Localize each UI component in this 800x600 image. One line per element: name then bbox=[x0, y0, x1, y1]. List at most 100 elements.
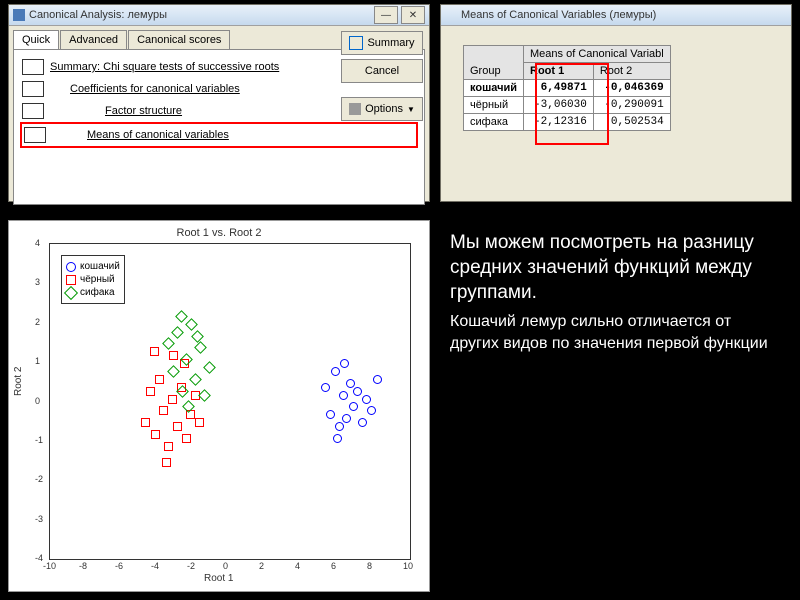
cell: -3,06030 bbox=[524, 97, 594, 114]
canonical-analysis-dialog: Canonical Analysis: лемуры — ✕ Quick Adv… bbox=[8, 4, 430, 202]
y-tick: 2 bbox=[35, 317, 40, 327]
means-header: Means of Canonical Variabl bbox=[524, 46, 671, 63]
data-point bbox=[195, 418, 204, 427]
data-point bbox=[373, 375, 382, 384]
x-tick: -2 bbox=[187, 561, 195, 571]
y-axis-label: Root 2 bbox=[13, 367, 24, 396]
data-point bbox=[169, 351, 178, 360]
x-tick: -6 bbox=[115, 561, 123, 571]
close-button[interactable]: ✕ bbox=[401, 6, 425, 24]
x-tick: 2 bbox=[259, 561, 264, 571]
data-point bbox=[340, 359, 349, 368]
data-point bbox=[175, 310, 188, 323]
means-title: Means of Canonical Variables (лемуры) bbox=[461, 9, 656, 21]
cell: 6,49871 bbox=[524, 80, 594, 97]
tab-advanced[interactable]: Advanced bbox=[60, 30, 127, 49]
col-root2: Root 2 bbox=[593, 63, 670, 80]
means-titlebar: Means of Canonical Variables (лемуры) bbox=[441, 5, 791, 26]
data-point bbox=[353, 387, 362, 396]
data-point bbox=[155, 375, 164, 384]
legend-label: чёрный bbox=[80, 273, 115, 286]
dialog-titlebar: Canonical Analysis: лемуры — ✕ bbox=[9, 5, 429, 26]
summary-icon bbox=[349, 36, 363, 50]
data-point bbox=[146, 387, 155, 396]
tab-quick[interactable]: Quick bbox=[13, 30, 59, 49]
app-icon bbox=[13, 9, 25, 21]
means-window: Means of Canonical Variables (лемуры) Gr… bbox=[440, 4, 792, 202]
data-point bbox=[173, 422, 182, 431]
data-point bbox=[333, 434, 342, 443]
cell: 0,502534 bbox=[593, 114, 670, 131]
y-tick: 4 bbox=[35, 238, 40, 248]
data-point bbox=[189, 373, 202, 386]
legend-label: сифака bbox=[80, 286, 115, 299]
x-axis-label: Root 1 bbox=[204, 573, 233, 584]
cell: кошачий bbox=[464, 80, 524, 97]
cancel-button[interactable]: Cancel bbox=[341, 59, 423, 83]
y-tick: 0 bbox=[35, 396, 40, 406]
explanation-text: Мы можем посмотреть на разницу средних з… bbox=[450, 230, 780, 355]
means-table: Group Means of Canonical Variabl Root 1 … bbox=[463, 45, 671, 131]
menu-means-canonical[interactable]: Means of canonical variables bbox=[20, 122, 418, 148]
data-point bbox=[162, 458, 171, 467]
data-point bbox=[346, 379, 355, 388]
dialog-side-buttons: Summary Cancel Options▼ bbox=[341, 31, 423, 121]
cell: -2,12316 bbox=[524, 114, 594, 131]
grid-icon bbox=[22, 81, 44, 97]
data-point bbox=[362, 395, 371, 404]
data-point bbox=[198, 389, 211, 402]
data-point bbox=[164, 442, 173, 451]
chart-legend: кошачий чёрный сифака bbox=[61, 255, 125, 304]
marker-circle-icon bbox=[66, 262, 76, 272]
data-point bbox=[159, 406, 168, 415]
means-table-wrap: Group Means of Canonical Variabl Root 1 … bbox=[463, 45, 671, 131]
data-point bbox=[335, 422, 344, 431]
cell: сифака bbox=[464, 114, 524, 131]
y-tick: -1 bbox=[35, 435, 43, 445]
data-point bbox=[182, 434, 191, 443]
y-tick: 3 bbox=[35, 277, 40, 287]
y-tick: 1 bbox=[35, 356, 40, 366]
note-paragraph-2: Кошачий лемур сильно отличается от други… bbox=[450, 311, 780, 355]
x-tick: 6 bbox=[331, 561, 336, 571]
x-tick: 0 bbox=[223, 561, 228, 571]
options-button[interactable]: Options▼ bbox=[341, 97, 423, 121]
x-tick: -10 bbox=[43, 561, 56, 571]
note-paragraph-1: Мы можем посмотреть на разницу средних з… bbox=[450, 230, 780, 305]
data-point bbox=[204, 361, 217, 374]
cell: чёрный bbox=[464, 97, 524, 114]
chart-title: Root 1 vs. Root 2 bbox=[9, 227, 429, 239]
dialog-title: Canonical Analysis: лемуры bbox=[29, 9, 167, 21]
data-point bbox=[186, 318, 199, 331]
data-point bbox=[331, 367, 340, 376]
scatter-chart: Root 1 vs. Root 2 кошачий чёрный сифака … bbox=[8, 220, 430, 592]
summary-button[interactable]: Summary bbox=[341, 31, 423, 55]
cell: -0,046369 bbox=[593, 80, 670, 97]
data-point bbox=[326, 410, 335, 419]
data-point bbox=[191, 330, 204, 343]
col-root1: Root 1 bbox=[524, 63, 594, 80]
minimize-button[interactable]: — bbox=[374, 6, 398, 24]
data-point bbox=[141, 418, 150, 427]
options-icon bbox=[349, 103, 361, 115]
grid-icon bbox=[22, 59, 44, 75]
legend-label: кошачий bbox=[80, 260, 120, 273]
data-point bbox=[321, 383, 330, 392]
marker-diamond-icon bbox=[64, 285, 78, 299]
data-point bbox=[162, 338, 175, 351]
grid-icon bbox=[22, 103, 44, 119]
data-point bbox=[168, 365, 181, 378]
data-point bbox=[171, 326, 184, 339]
x-tick: 8 bbox=[367, 561, 372, 571]
data-point bbox=[151, 430, 160, 439]
tab-canonical-scores[interactable]: Canonical scores bbox=[128, 30, 230, 49]
y-tick: -2 bbox=[35, 474, 43, 484]
x-tick: -8 bbox=[79, 561, 87, 571]
marker-square-icon bbox=[66, 275, 76, 285]
x-tick: 4 bbox=[295, 561, 300, 571]
y-tick: -3 bbox=[35, 514, 43, 524]
data-point bbox=[168, 395, 177, 404]
data-point bbox=[342, 414, 351, 423]
grid-icon bbox=[24, 127, 46, 143]
x-tick: 10 bbox=[403, 561, 413, 571]
